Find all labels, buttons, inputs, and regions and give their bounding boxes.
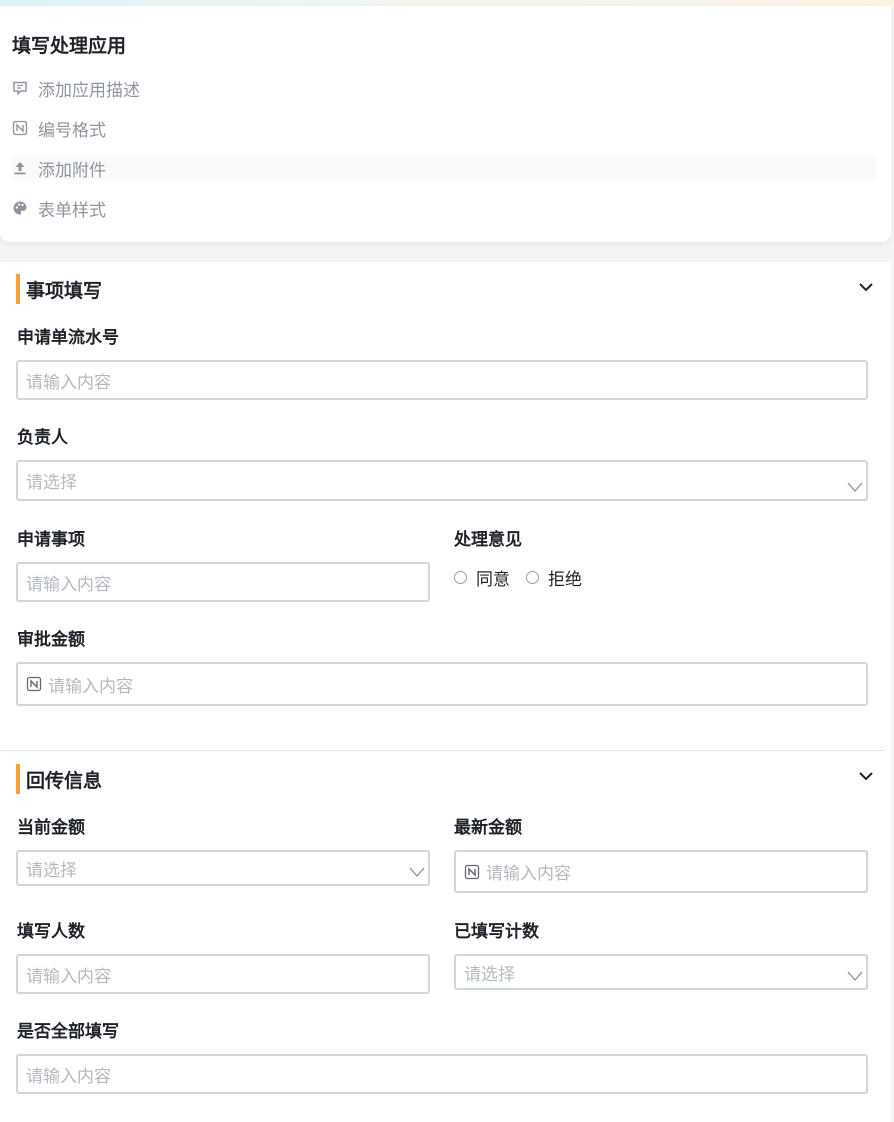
all-filled-placeholder: 请输入内容 — [26, 1066, 111, 1086]
matter-input[interactable]: 请输入内容 — [16, 562, 430, 602]
opinion-radio-reject[interactable]: 拒绝 — [526, 565, 582, 590]
field-label-current-amount: 当前金额 — [17, 818, 85, 837]
section-accent-bar — [16, 764, 20, 794]
section-header-return-info[interactable]: 回传信息 — [16, 764, 102, 794]
field-label-filled-count: 已填写计数 — [454, 922, 539, 941]
field-label-opinion: 处理意见 — [454, 530, 522, 549]
number-icon — [26, 676, 42, 692]
number-format-label: 编号格式 — [38, 120, 106, 140]
current-amount-placeholder: 请选择 — [26, 860, 77, 880]
app-info-card: 填写处理应用 添加应用描述 编号格式 添加附件 表单样式 — [0, 6, 891, 242]
owner-select[interactable]: 请选择 — [16, 460, 868, 501]
serial-no-placeholder: 请输入内容 — [26, 372, 111, 392]
app-title[interactable]: 填写处理应用 — [12, 36, 126, 58]
filled-count-placeholder: 请选择 — [464, 964, 515, 984]
add-attachment-label: 添加附件 — [38, 160, 106, 180]
comment-icon — [12, 80, 28, 96]
radio-label-reject: 拒绝 — [548, 570, 582, 589]
fill-count-placeholder: 请输入内容 — [26, 966, 111, 986]
latest-amount-input[interactable]: 请输入内容 — [454, 850, 868, 893]
palette-icon — [12, 200, 28, 216]
field-label-matter: 申请事项 — [17, 530, 85, 549]
radio-label-agree: 同意 — [476, 570, 510, 589]
section-accent-bar — [16, 274, 20, 304]
opinion-radio-group: 同意 拒绝 — [454, 565, 598, 590]
form-style-action[interactable]: 表单样式 — [12, 197, 876, 220]
field-label-serial-no: 申请单流水号 — [17, 328, 119, 347]
chevron-down-icon[interactable] — [857, 278, 875, 296]
serial-no-input[interactable]: 请输入内容 — [16, 360, 868, 400]
field-label-latest-amount: 最新金额 — [454, 818, 522, 837]
number-format-icon — [12, 120, 28, 136]
section-title: 事项填写 — [26, 280, 103, 302]
form-style-label: 表单样式 — [38, 200, 106, 220]
chevron-down-icon — [847, 482, 863, 493]
add-attachment-action[interactable]: 添加附件 — [12, 157, 876, 180]
chevron-down-icon — [409, 867, 425, 878]
form-body: 事项填写 申请单流水号 请输入内容 负责人 请选择 申请事项 请输入内容 处理意… — [0, 262, 891, 1122]
matter-placeholder: 请输入内容 — [26, 574, 111, 594]
amount-input[interactable]: 请输入内容 — [16, 662, 868, 706]
section-divider — [0, 750, 884, 751]
amount-placeholder: 请输入内容 — [48, 676, 133, 696]
fill-count-input[interactable]: 请输入内容 — [16, 954, 430, 994]
add-description-action[interactable]: 添加应用描述 — [12, 77, 876, 100]
section-header-matter[interactable]: 事项填写 — [16, 274, 102, 304]
opinion-radio-agree[interactable]: 同意 — [454, 565, 510, 590]
upload-icon — [12, 160, 28, 176]
owner-placeholder: 请选择 — [26, 473, 77, 492]
chevron-down-icon — [847, 971, 863, 982]
field-label-all-filled: 是否全部填写 — [17, 1022, 119, 1041]
all-filled-input[interactable]: 请输入内容 — [16, 1054, 868, 1094]
add-description-label: 添加应用描述 — [38, 80, 140, 100]
field-label-fill-count: 填写人数 — [17, 922, 85, 941]
chevron-down-icon[interactable] — [857, 767, 875, 785]
filled-count-select[interactable]: 请选择 — [454, 954, 868, 990]
number-format-action[interactable]: 编号格式 — [12, 117, 876, 140]
latest-amount-placeholder: 请输入内容 — [486, 864, 571, 883]
field-label-amount: 审批金额 — [17, 630, 85, 649]
section-title: 回传信息 — [26, 770, 103, 792]
radio-circle[interactable] — [454, 571, 467, 584]
current-amount-select[interactable]: 请选择 — [16, 850, 430, 886]
number-icon — [464, 864, 480, 879]
field-label-owner: 负责人 — [17, 428, 68, 447]
radio-circle[interactable] — [526, 571, 539, 584]
